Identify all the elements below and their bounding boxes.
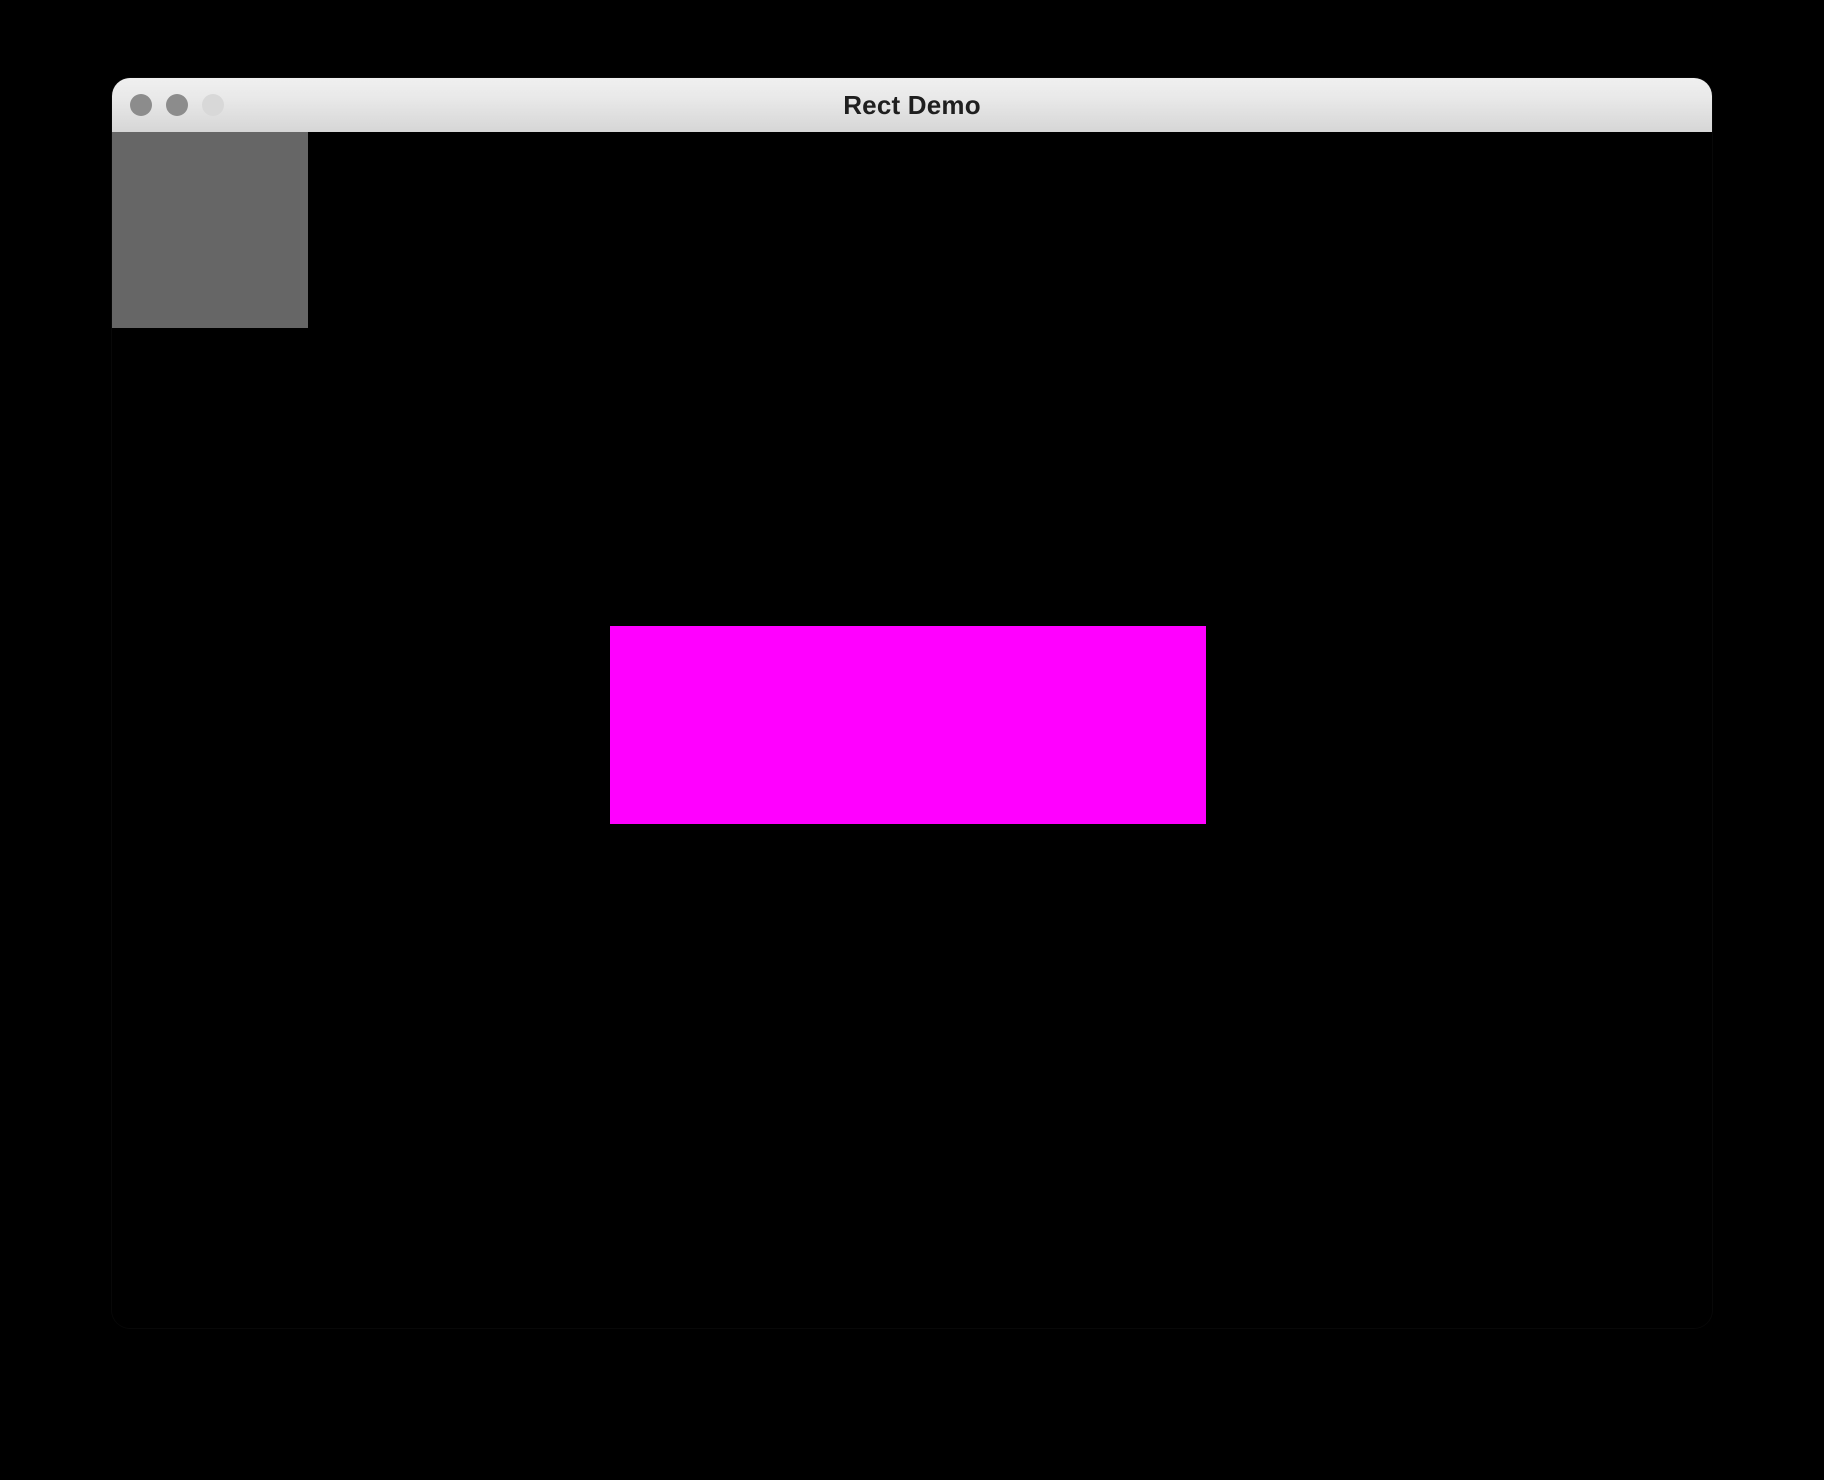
titlebar[interactable]: Rect Demo xyxy=(112,78,1712,132)
magenta-rect xyxy=(610,626,1206,824)
traffic-lights xyxy=(130,94,224,116)
app-window: Rect Demo xyxy=(112,78,1712,1328)
gray-square xyxy=(112,132,308,328)
close-icon[interactable] xyxy=(130,94,152,116)
zoom-icon[interactable] xyxy=(202,94,224,116)
canvas[interactable] xyxy=(112,132,1712,1328)
window-title: Rect Demo xyxy=(843,90,981,121)
minimize-icon[interactable] xyxy=(166,94,188,116)
